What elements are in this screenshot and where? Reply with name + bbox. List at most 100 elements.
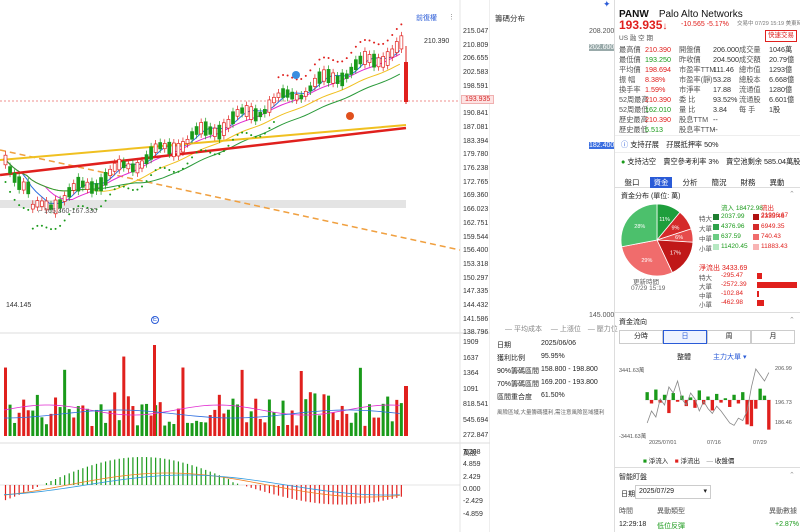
row-time: 12:29:18 [619, 521, 647, 528]
stats-cell: 量 比 [679, 105, 696, 114]
flow-date-2: 07/16 [707, 440, 721, 446]
pie-slice-label: 11% [659, 217, 670, 223]
stats-cell: 198.694 [645, 65, 671, 74]
date-select[interactable]: 2025/07/29 ▾ [635, 485, 711, 499]
short-support: ● 支持沽空 賣空參考利率 3% 賣空池剩余 585.04萬股 [621, 157, 800, 166]
price-axis-label: 176.238 [463, 165, 489, 172]
row-type[interactable]: 低位反彈 [657, 521, 685, 531]
stats-cell: 每 手 [739, 105, 756, 114]
macd-axis-label: 2.429 [463, 473, 481, 481]
fund-out-swatch [753, 244, 759, 250]
gap-label: ⌐ 165.360-167.330 [38, 208, 97, 215]
header-type: 異動類型 [657, 508, 685, 515]
price-change: -10.565 -5.17% [681, 21, 729, 28]
tab-1[interactable]: 資金 [650, 177, 672, 188]
fund-in-swatch [713, 214, 719, 220]
fund-in-header: 流入 18472.98 [721, 205, 763, 212]
stats-cell: 流通股 [739, 95, 761, 104]
price-axis-label: 198.591 [463, 82, 489, 90]
pie-slice-label: 17% [670, 251, 681, 257]
info-tabs: 盤口 資金 分析 簡況 財務 異動 [615, 176, 800, 188]
tab-0[interactable]: 盤口 [621, 177, 643, 188]
quick-trade-button[interactable]: 快速交易 [765, 30, 797, 42]
price-axis-label: 169.360 [463, 192, 489, 200]
price-axis-label: 206.655 [463, 55, 489, 63]
stats-cell: 市盈率(靜) [679, 75, 713, 84]
stats-cell: 1046萬 [769, 45, 793, 54]
last-price: 193.935↓ [619, 18, 668, 32]
price-axis-label: 147.335 [463, 288, 489, 296]
quote-panel: PANW Palo Alto Networks ✦ 193.935↓ -10.5… [603, 0, 800, 532]
chart-expand-icon[interactable]: ⋮ [448, 13, 455, 21]
flow-date-3: 07/29 [753, 440, 767, 446]
flow-bar [649, 400, 654, 404]
stats-cell: 6.601億 [769, 95, 795, 104]
period-tab-2[interactable]: 周 [707, 330, 751, 344]
chip-distribution-title[interactable]: 籌碼分布 [495, 13, 525, 24]
stats-cell: -- [713, 125, 718, 134]
stats-cell: 振 幅 [619, 75, 636, 84]
tab-2[interactable]: 分析 [679, 177, 701, 188]
restore-dropdown[interactable]: 前復權 [416, 13, 437, 23]
flow-date-1: 2025/07/01 [649, 440, 677, 446]
trade-time: 交易中 07/29 15:19 美東時間 [737, 21, 800, 27]
tab-4[interactable]: 財務 [737, 177, 759, 188]
stats-cell: 210.390 [645, 95, 671, 104]
macd-axis-label: -2.429 [463, 498, 483, 506]
chart-area[interactable]: 前復權 ⋮ 210.390 144.145 ⌐ 165.360-167.330 … [0, 0, 618, 532]
stats-cell: 歷史最高 [619, 115, 648, 124]
event-e-icon[interactable]: E [151, 316, 159, 324]
fund-pie-chart: 11%9% 6% 17% 29% 28% [620, 203, 694, 277]
period-tab-0[interactable]: 分時 [619, 330, 663, 344]
flow-bar [762, 395, 767, 400]
tab-3[interactable]: 簡況 [708, 177, 730, 188]
header-data: 異動數據 [769, 508, 797, 515]
stats-grid: 最高價 210.390 開盤價 206.000 成交量 1046萬 最低價 193.250 昨收… [615, 45, 800, 135]
price-axis-label: 138.796 [463, 329, 489, 337]
update-time: 07/29 15:19 [631, 285, 666, 292]
dist-p1-label: 202.600 [589, 44, 615, 51]
flow-bar [654, 389, 658, 400]
volume-axis-label: 272.847 [463, 432, 489, 439]
volume-axis-label: 1637 [463, 354, 479, 362]
flow-collapse-icon[interactable]: ⌃ [789, 316, 795, 324]
stats-cell: 開盤價 [679, 45, 701, 54]
collapse-icon[interactable]: ⌃ [789, 190, 795, 198]
net-row-bar [757, 273, 762, 279]
stats-cell: 平均價 [619, 65, 641, 74]
macd-axis-label: 7.288 [463, 449, 481, 456]
stats-cell: 股息TTM [679, 115, 709, 124]
price-axis-label: 144.432 [463, 302, 489, 309]
pin-icon[interactable]: ✦ [603, 0, 611, 10]
flow-y-bottom: -3441.63萬 [619, 434, 647, 440]
price-chart-svg[interactable] [0, 0, 490, 532]
flow-bar [688, 397, 693, 400]
macd-axis-label: 0.000 [463, 485, 481, 493]
stats-cell: -- [713, 115, 718, 124]
tab-5[interactable]: 異動 [766, 177, 788, 188]
watch-collapse-icon[interactable]: ⌃ [789, 471, 795, 479]
macd-axis-label: -4.859 [463, 510, 483, 518]
flow-bar [645, 392, 649, 400]
stats-cell: 204.500 [713, 55, 739, 64]
market-flags: US 融 空 期 [619, 35, 653, 42]
stats-cell: 最低價 [619, 55, 641, 64]
period-tab-3[interactable]: 月 [751, 330, 795, 344]
flow-bar [741, 392, 745, 400]
fund-in-value: 2037.99 [721, 213, 745, 220]
fund-out-swatch [753, 234, 759, 240]
pie-slice-label: 28% [634, 224, 645, 230]
flow-bar [736, 400, 741, 404]
subtab-overall[interactable]: 整體 [677, 352, 691, 362]
period-tab-1[interactable]: 日 [663, 330, 707, 344]
flow-bar [749, 400, 754, 427]
fund-in-value: 4376.96 [721, 223, 745, 230]
stats-cell: 成交量 [739, 45, 761, 54]
header-time: 時間 [619, 508, 633, 515]
price-axis-label: 159.544 [463, 233, 489, 241]
flow-bar [732, 394, 736, 400]
stats-cell: 股息率TTM [679, 125, 716, 134]
fund-row-label: 特大 [699, 216, 712, 223]
subtab-main[interactable]: 主力大單 ▾ [713, 352, 746, 362]
price-axis-label: 183.394 [463, 137, 489, 145]
